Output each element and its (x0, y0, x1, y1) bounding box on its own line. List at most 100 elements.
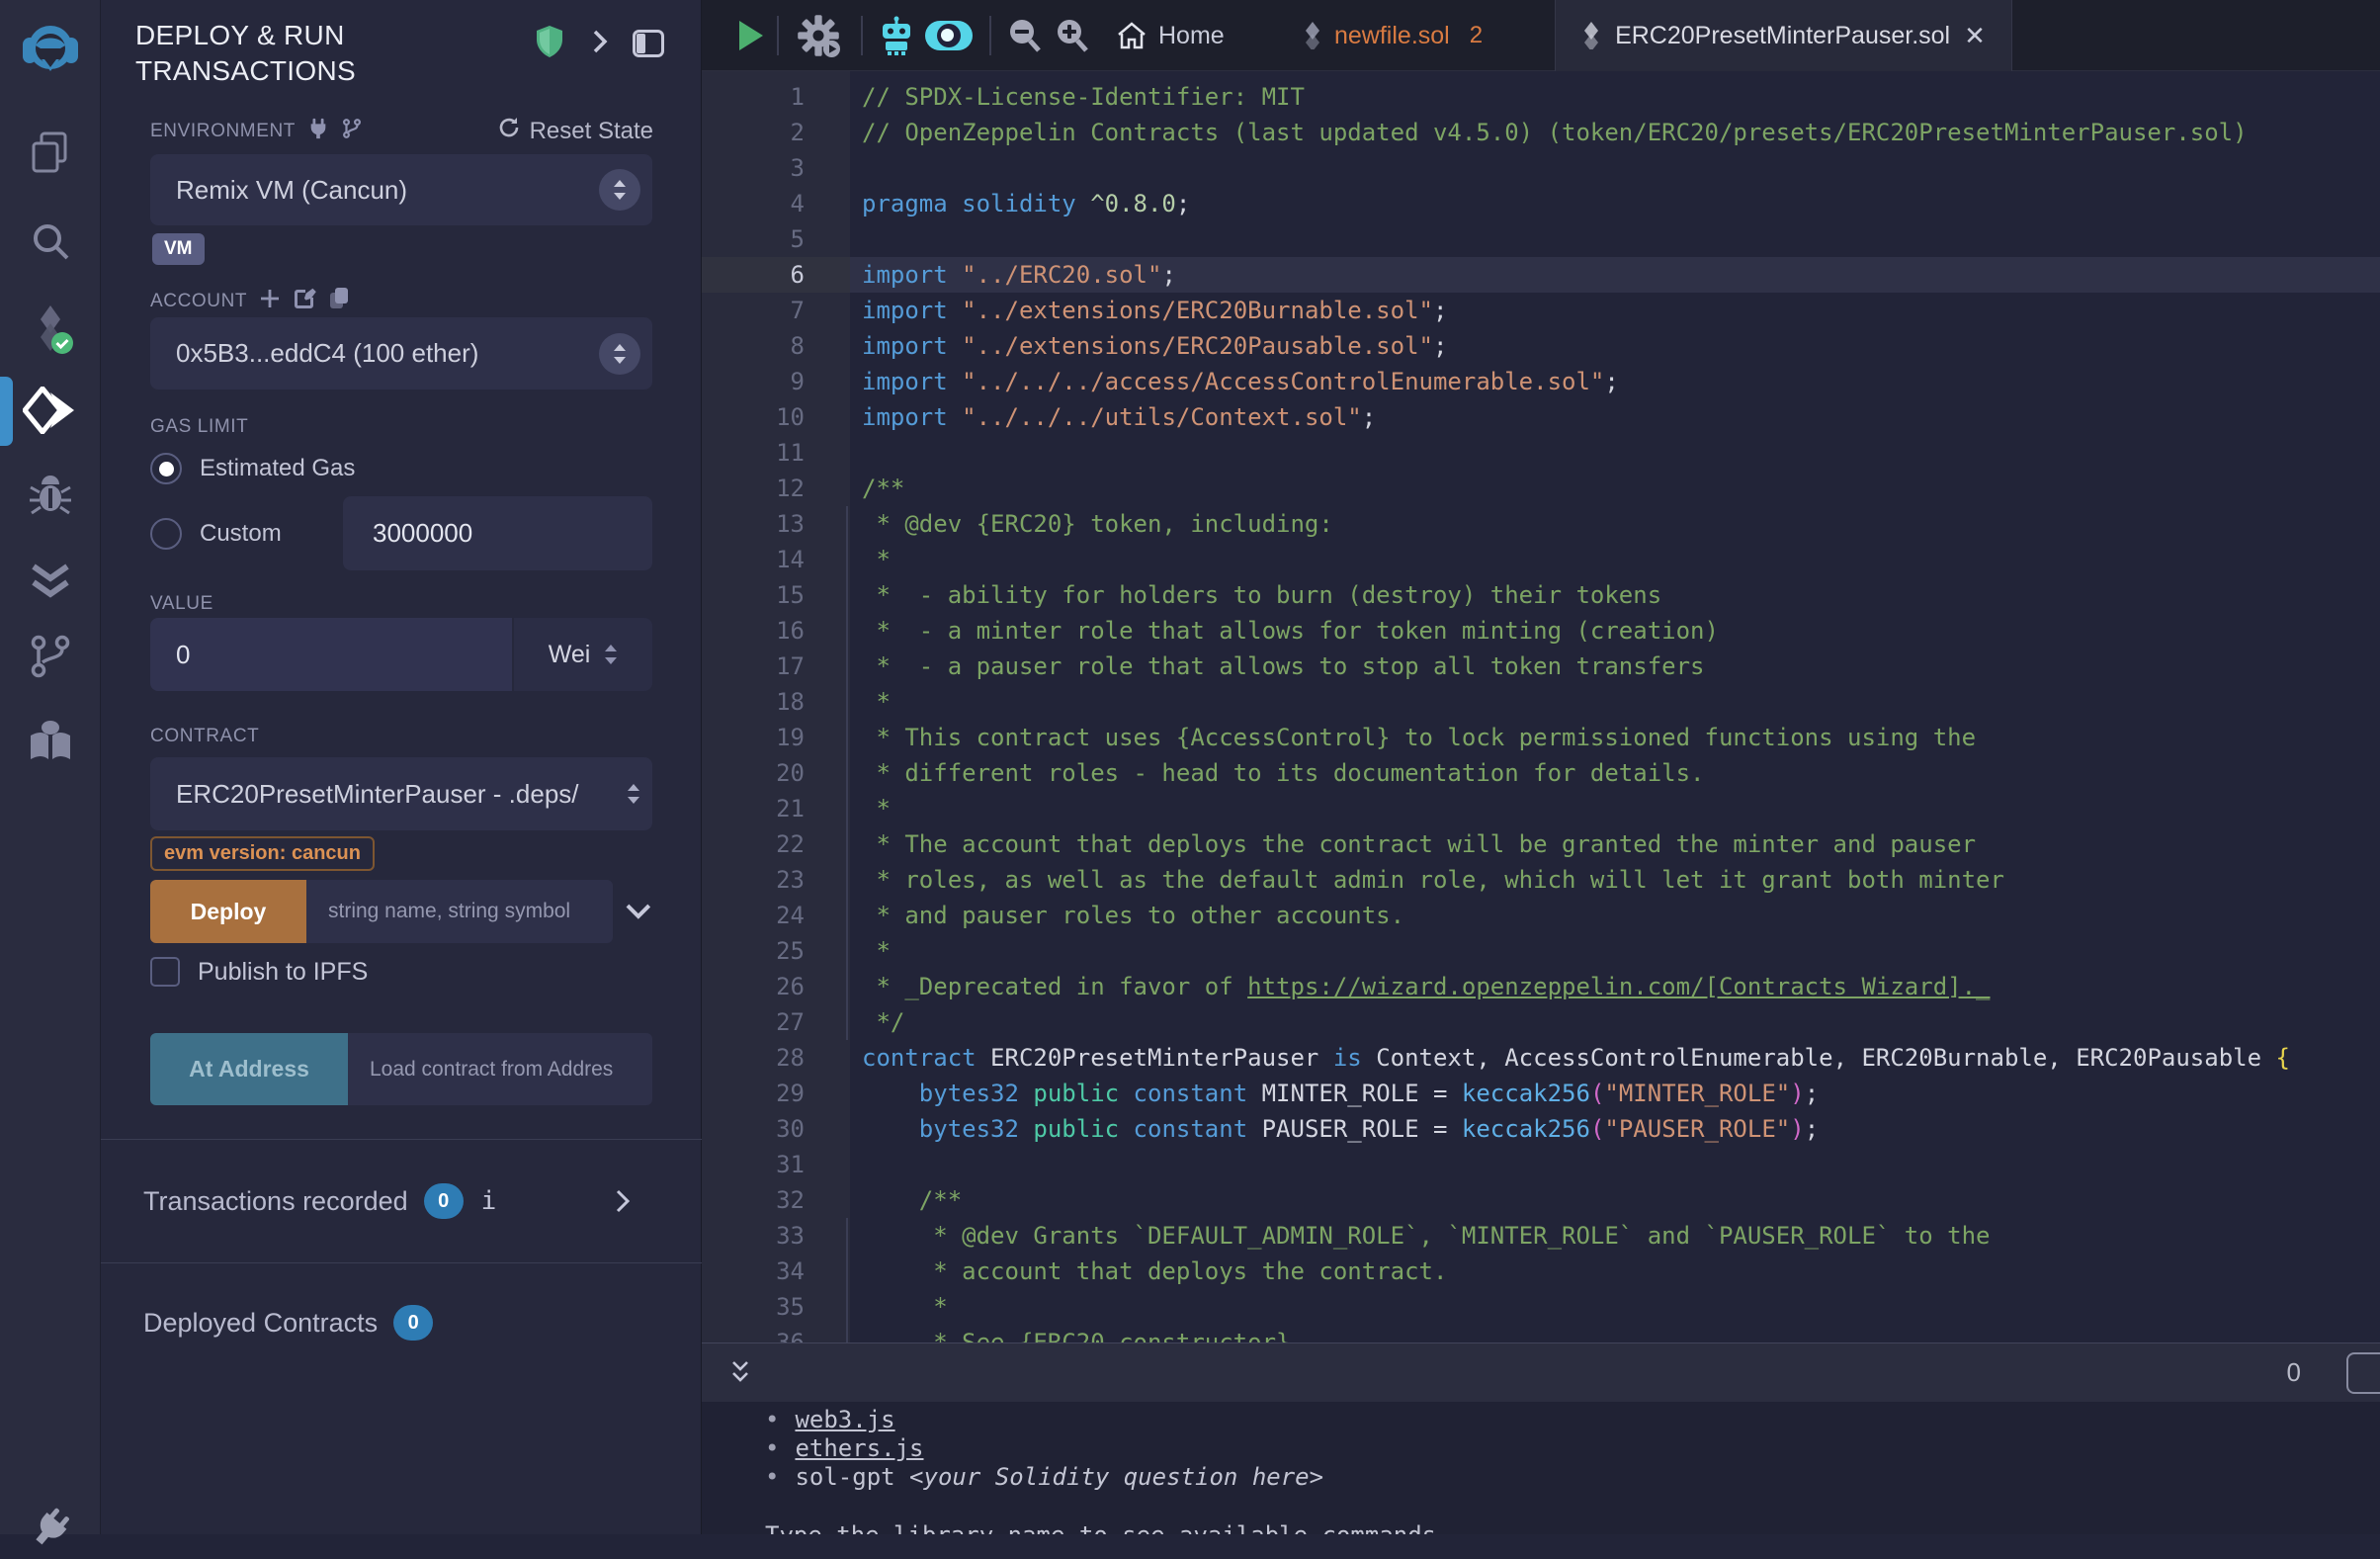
code-line[interactable]: 33 * @dev Grants `DEFAULT_ADMIN_ROLE`, `… (702, 1218, 2380, 1254)
code-line[interactable]: 31 (702, 1147, 2380, 1182)
code-line[interactable]: 15 * - ability for holders to burn (dest… (702, 577, 2380, 613)
value-input[interactable]: 0 (150, 618, 512, 691)
terminal-list-item[interactable]: •ethers.js (765, 1434, 2380, 1463)
code-line[interactable]: 8import "../extensions/ERC20Pausable.sol… (702, 328, 2380, 364)
code-line[interactable]: 4pragma solidity ^0.8.0; (702, 186, 2380, 221)
expand-transactions-chevron-icon[interactable] (615, 1188, 631, 1214)
code-line[interactable]: 24 * and pauser roles to other accounts. (702, 898, 2380, 933)
reset-state-button[interactable]: Reset State (497, 116, 653, 146)
line-number: 24 (702, 898, 850, 933)
code-line[interactable]: 14 * (702, 542, 2380, 577)
run-settings-gear-icon[interactable] (797, 14, 840, 62)
copy-account-icon[interactable] (328, 287, 350, 316)
zoom-in-icon[interactable] (1054, 17, 1091, 59)
code-line[interactable]: 10import "../../../utils/Context.sol"; (702, 399, 2380, 435)
contract-updown-icon (627, 783, 640, 805)
collapse-terminal-icon[interactable] (725, 1360, 755, 1386)
tab-active-file[interactable]: ERC20PresetMinterPauser.sol ✕ (1555, 0, 2012, 71)
code-line[interactable]: 16 * - a minter role that allows for tok… (702, 613, 2380, 649)
code-line[interactable]: 11 (702, 435, 2380, 471)
code-line[interactable]: 13 * @dev {ERC20} token, including: (702, 506, 2380, 542)
remix-logo-icon[interactable] (0, 24, 101, 75)
deploy-button[interactable]: Deploy (150, 880, 306, 943)
code-line[interactable]: 29 bytes32 public constant MINTER_ROLE =… (702, 1076, 2380, 1111)
info-icon[interactable]: i (481, 1186, 497, 1216)
plug-icon[interactable] (307, 118, 329, 145)
code-line[interactable]: 2// OpenZeppelin Contracts (last updated… (702, 115, 2380, 150)
deploy-run-icon[interactable] (0, 387, 101, 434)
code-editor[interactable]: 1// SPDX-License-Identifier: MIT2// Open… (702, 71, 2380, 1342)
terminal-list-item[interactable]: •web3.js (765, 1406, 2380, 1434)
code-line[interactable]: 17 * - a pauser role that allows to stop… (702, 649, 2380, 684)
line-number: 33 (702, 1218, 850, 1254)
code-line[interactable]: 7import "../extensions/ERC20Burnable.sol… (702, 293, 2380, 328)
run-script-icon[interactable] (739, 21, 763, 50)
code-line[interactable]: 27 */ (702, 1004, 2380, 1040)
fork-environment-icon[interactable] (341, 118, 363, 145)
code-line[interactable]: 21 * (702, 791, 2380, 826)
unit-testing-icon[interactable] (0, 559, 101, 602)
solidity-compiler-icon[interactable] (0, 303, 101, 355)
deploy-expand-chevron-icon[interactable] (625, 902, 652, 921)
code-line[interactable]: 19 * This contract uses {AccessControl} … (702, 720, 2380, 755)
terminal-search-box[interactable] (2346, 1352, 2380, 1394)
debugger-icon[interactable] (0, 473, 101, 518)
code-line[interactable]: 28contract ERC20PresetMinterPauser is Co… (702, 1040, 2380, 1076)
code-line[interactable]: 9import "../../../access/AccessControlEn… (702, 364, 2380, 399)
at-address-button[interactable]: At Address (150, 1033, 348, 1105)
active-tab-label: ERC20PresetMinterPauser.sol (1615, 22, 1950, 50)
code-line[interactable]: 22 * The account that deploys the contra… (702, 826, 2380, 862)
transactions-recorded-row[interactable]: Transactions recorded 0 i (101, 1140, 702, 1262)
indent-guide (846, 506, 848, 1040)
code-line[interactable]: 36 * See {ERC20-constructor}. (702, 1325, 2380, 1342)
code-line[interactable]: 34 * account that deploys the contract. (702, 1254, 2380, 1289)
code-line[interactable]: 3 (702, 150, 2380, 186)
code-line[interactable]: 20 * different roles - head to its docum… (702, 755, 2380, 791)
line-number: 5 (702, 221, 850, 257)
publish-ipfs-checkbox[interactable] (150, 957, 180, 987)
tab-home[interactable]: Home (1117, 0, 1225, 71)
ai-assistant-robot-icon[interactable] (878, 16, 915, 60)
terminal-bar[interactable]: 0 (702, 1342, 2380, 1402)
learneth-icon[interactable] (0, 720, 101, 763)
ai-copilot-toggle[interactable] (925, 21, 973, 50)
file-explorer-icon[interactable] (0, 130, 101, 175)
terminal-output[interactable]: •web3.js•ethers.js•sol-gpt <your Solidit… (702, 1402, 2380, 1534)
estimated-gas-radio[interactable] (150, 453, 182, 484)
plugin-plug-icon[interactable] (0, 1507, 101, 1550)
code-line[interactable]: 32 /** (702, 1182, 2380, 1218)
code-line[interactable]: 5 (702, 221, 2380, 257)
estimated-gas-label: Estimated Gas (200, 455, 355, 482)
code-line[interactable]: 6import "../ERC20.sol"; (702, 257, 2380, 293)
split-panel-icon[interactable] (633, 30, 664, 62)
code-line[interactable]: 25 * (702, 933, 2380, 969)
deploy-args-input[interactable]: string name, string symbol (306, 880, 613, 943)
value-unit-select[interactable]: Wei (514, 618, 652, 691)
code-line[interactable]: 12/** (702, 471, 2380, 506)
close-tab-icon[interactable]: ✕ (1964, 23, 1986, 48)
code-line[interactable]: 18 * (702, 684, 2380, 720)
code-line[interactable]: 30 bytes32 public constant PAUSER_ROLE =… (702, 1111, 2380, 1147)
code-line[interactable]: 1// SPDX-License-Identifier: MIT (702, 79, 2380, 115)
code-line[interactable]: 26 * _Deprecated in favor of https://wiz… (702, 969, 2380, 1004)
environment-select[interactable]: Remix VM (Cancun) (150, 154, 652, 225)
code-line[interactable]: 35 * (702, 1289, 2380, 1325)
add-account-icon[interactable] (259, 288, 281, 315)
tab-newfile[interactable]: newfile.sol 2 (1303, 0, 1483, 71)
edit-account-icon[interactable] (293, 287, 316, 316)
value-unit: Wei (549, 641, 591, 669)
at-address-input[interactable]: Load contract from Addres (348, 1033, 652, 1105)
custom-gas-row: Custom 3000000 (150, 496, 652, 570)
account-select[interactable]: 0x5B3...eddC4 (100 ether) (150, 317, 652, 390)
custom-gas-radio[interactable] (150, 518, 182, 550)
search-icon[interactable] (0, 218, 101, 264)
pin-panel-chevron-icon[interactable] (590, 28, 610, 60)
contract-select[interactable]: ERC20PresetMinterPauser - .deps/ (150, 757, 652, 830)
code-text: /** (850, 1182, 2380, 1218)
git-icon[interactable] (0, 634, 101, 679)
zoom-out-icon[interactable] (1006, 17, 1044, 59)
code-text: * See {ERC20-constructor}. (850, 1325, 2380, 1342)
code-line[interactable]: 23 * roles, as well as the default admin… (702, 862, 2380, 898)
custom-gas-input[interactable]: 3000000 (343, 496, 652, 570)
shield-icon[interactable] (537, 26, 562, 62)
